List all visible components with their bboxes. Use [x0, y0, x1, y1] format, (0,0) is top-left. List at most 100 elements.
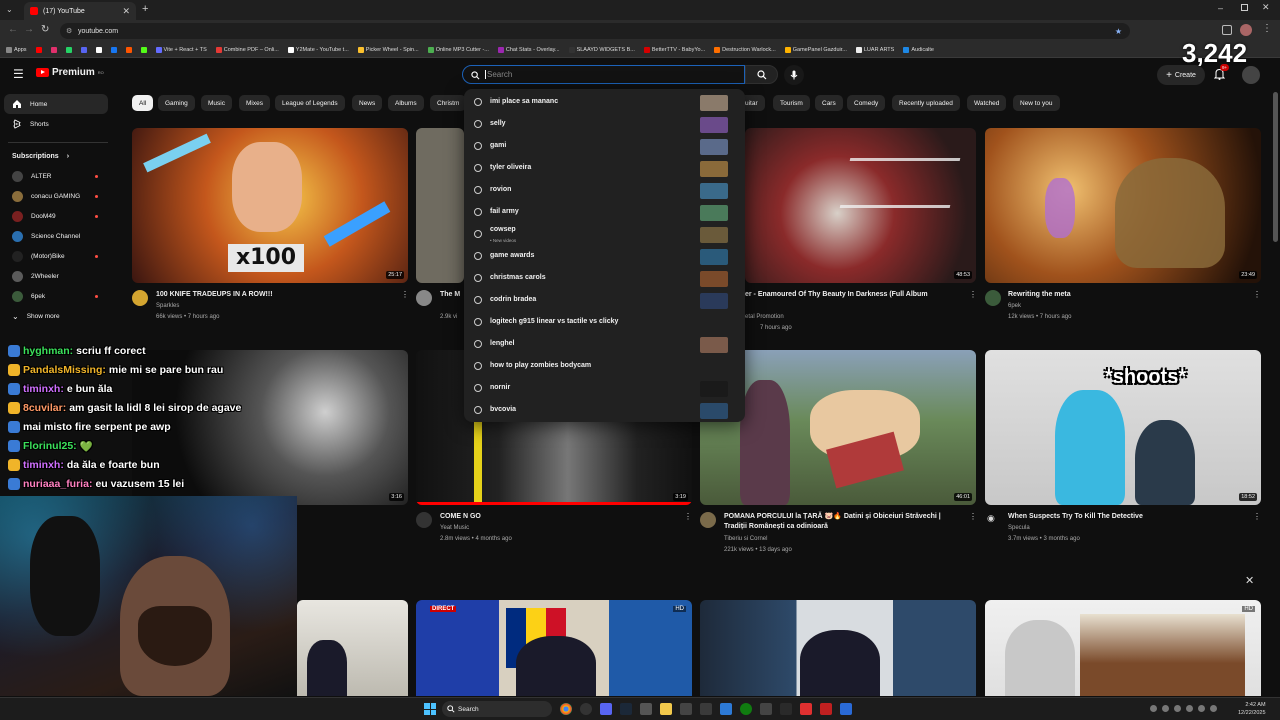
subscription-item[interactable]: 6pek	[4, 286, 108, 306]
video-channel[interactable]: Sparkles	[156, 301, 179, 311]
search-suggestion[interactable]: lenghel	[464, 333, 745, 355]
video-thumbnail[interactable]	[416, 128, 464, 283]
bookmark-item[interactable]	[65, 46, 72, 53]
video-channel[interactable]: etal Promotion	[745, 312, 784, 322]
bookmark-item[interactable]: Chat Stats - Overlay...	[497, 46, 560, 53]
channel-avatar[interactable]	[132, 290, 148, 306]
filter-chip[interactable]: Albums	[388, 95, 424, 111]
bookmark-item[interactable]: GamePanel Gazduir...	[784, 46, 847, 53]
video-thumbnail[interactable]: *shoots* 18:52	[985, 350, 1261, 505]
filter-chip[interactable]: Mixes	[239, 95, 270, 111]
subscription-item[interactable]: (Motor)Bike	[4, 246, 108, 266]
windows-start-icon[interactable]	[424, 703, 436, 715]
system-tray-icons[interactable]	[1150, 705, 1230, 713]
bookmark-item[interactable]: BetterTTV - BabyYo...	[643, 46, 705, 53]
show-more-button[interactable]: ⌄ Show more	[4, 306, 108, 326]
dismiss-shelf-icon[interactable]: ✕	[1245, 574, 1254, 587]
search-suggestion[interactable]: imi place sa mananc	[464, 91, 745, 113]
close-tab-icon[interactable]: ✕	[122, 6, 130, 17]
filter-chip[interactable]: League of Legends	[275, 95, 345, 111]
filter-chip[interactable]: Christm	[430, 95, 467, 111]
app-icon[interactable]	[780, 703, 792, 715]
video-thumbnail[interactable]: HD	[985, 600, 1261, 696]
obs-icon[interactable]	[580, 703, 592, 715]
bookmark-item[interactable]	[80, 46, 87, 53]
app-icon[interactable]	[640, 703, 652, 715]
app-icon[interactable]	[820, 703, 832, 715]
subscription-item[interactable]: DooM49	[4, 206, 108, 226]
browser-tab[interactable]: (17) YouTube ✕	[24, 2, 136, 20]
video-title[interactable]: POMANA PORCULUI la ȚARĂ 🐷🔥 Datini și Obi…	[724, 512, 941, 522]
forward-icon[interactable]: →	[24, 24, 34, 35]
subscription-item[interactable]: Science Channel	[4, 226, 108, 246]
video-thumbnail[interactable]: 23:49	[985, 128, 1261, 283]
app-icon[interactable]	[720, 703, 732, 715]
filter-chip[interactable]: Gaming	[158, 95, 195, 111]
video-channel[interactable]: Tiberiu si Cornel	[724, 534, 767, 544]
bookmark-item[interactable]	[110, 46, 117, 53]
filter-chip[interactable]: Recently uploaded	[892, 95, 960, 111]
search-button[interactable]	[745, 65, 778, 84]
app-icon[interactable]	[700, 703, 712, 715]
video-channel[interactable]: Yeat Music	[440, 523, 469, 533]
app-icon[interactable]	[800, 703, 812, 715]
video-thumbnail[interactable]: DIRECT HD	[416, 600, 692, 696]
bookmark-item[interactable]	[50, 46, 57, 53]
filter-chip[interactable]: News	[352, 95, 383, 111]
bookmark-item[interactable]: Y2Mate - YouTube t...	[287, 46, 349, 53]
minimize-icon[interactable]: –	[1218, 3, 1223, 13]
new-tab-icon[interactable]: +	[142, 3, 148, 15]
steam-icon[interactable]	[620, 703, 632, 715]
search-suggestion[interactable]: selly	[464, 113, 745, 135]
browser-menu-icon[interactable]: ⋮	[1262, 23, 1272, 34]
reload-icon[interactable]: ↻	[41, 24, 49, 35]
search-suggestion[interactable]: tyler oliveira	[464, 157, 745, 179]
video-title-line2[interactable]: Tradiții Românești ca odinioară	[724, 522, 828, 532]
bookmark-item[interactable]: LUAR ARTS	[855, 46, 894, 53]
filter-chip[interactable]: Music	[201, 95, 232, 111]
subscription-item[interactable]: conacu GAMING	[4, 186, 108, 206]
video-thumbnail[interactable]	[297, 600, 408, 696]
bookmark-item[interactable]: Destruction Warlock...	[714, 46, 776, 53]
video-menu-icon[interactable]: ⋮	[684, 512, 692, 521]
search-suggestion[interactable]: cowsep • New videos	[464, 223, 745, 245]
video-thumbnail[interactable]	[700, 600, 976, 696]
close-window-icon[interactable]: ✕	[1262, 2, 1270, 13]
taskbar-search[interactable]: Search	[442, 701, 552, 717]
xbox-icon[interactable]	[740, 703, 752, 715]
bookmark-item[interactable]: Vite + React + TS	[155, 46, 207, 53]
notifications-button[interactable]: 9+	[1214, 64, 1230, 80]
video-thumbnail[interactable]: 48:53	[745, 128, 976, 283]
video-title[interactable]: Rewriting the meta	[1008, 290, 1071, 300]
filter-chip[interactable]: Watched	[967, 95, 1007, 111]
bookmark-item[interactable]: SLAAYD WIDGETS B...	[568, 46, 635, 53]
filter-chip[interactable]: Comedy	[847, 95, 886, 111]
app-icon[interactable]	[680, 703, 692, 715]
search-suggestion[interactable]: how to play zombies bodycam	[464, 355, 745, 377]
page-scrollbar[interactable]	[1273, 92, 1278, 242]
bookmark-item[interactable]: Online MP3 Cutter -...	[427, 46, 489, 53]
search-suggestion[interactable]: nornir	[464, 377, 745, 399]
sidebar-item-shorts[interactable]: Shorts	[4, 114, 108, 134]
video-title[interactable]: The M	[440, 290, 460, 300]
video-menu-icon[interactable]: ⋮	[969, 290, 977, 299]
search-suggestion[interactable]: fail army	[464, 201, 745, 223]
video-thumbnail[interactable]: x100 25:17	[132, 128, 408, 283]
search-suggestion[interactable]: bvcovia	[464, 399, 745, 421]
video-title[interactable]: 100 KNIFE TRADEUPS IN A ROW!!!	[156, 290, 273, 300]
filter-chip[interactable]: New to you	[1013, 95, 1060, 111]
channel-avatar[interactable]	[416, 512, 432, 528]
search-suggestion[interactable]: game awards	[464, 245, 745, 267]
video-menu-icon[interactable]: ⋮	[969, 512, 977, 521]
sidebar-item-home[interactable]: Home	[4, 94, 108, 114]
bookmark-item[interactable]: Picker Wheel - Spin...	[357, 46, 419, 53]
file-explorer-icon[interactable]	[660, 703, 672, 715]
bookmark-item[interactable]	[140, 46, 147, 53]
video-title[interactable]: When Suspects Try To Kill The Detective	[1008, 512, 1143, 522]
subscription-item[interactable]: 2Wheeler	[4, 266, 108, 286]
bookmark-item[interactable]: Apps	[6, 46, 27, 53]
filter-chip[interactable]: Tourism	[773, 95, 810, 111]
maximize-icon[interactable]	[1241, 4, 1248, 11]
channel-avatar[interactable]	[700, 512, 716, 528]
voice-search-button[interactable]	[784, 65, 804, 85]
